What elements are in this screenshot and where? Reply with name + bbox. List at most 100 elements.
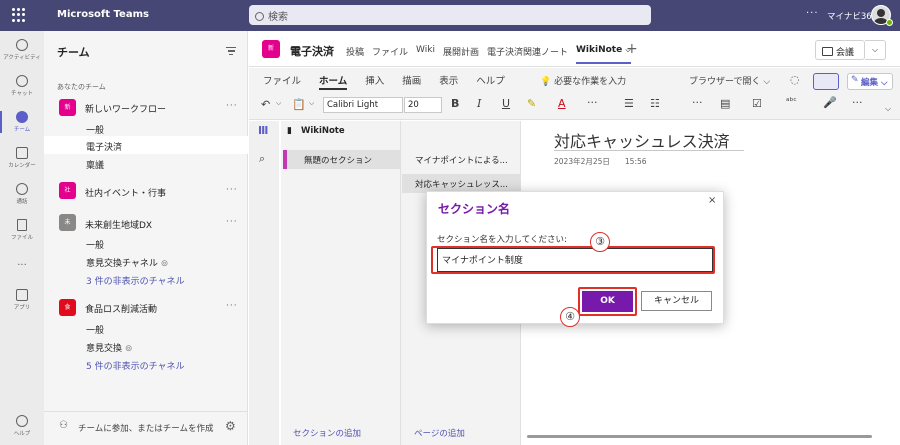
ribbon-more-icon[interactable]: ··· [852,96,863,109]
highlight-icon[interactable]: ✎ [527,97,536,110]
bullet-list-icon[interactable]: ☰ [624,97,634,110]
add-section-link[interactable]: セクションの追加 [293,427,361,439]
channel-item[interactable]: 意見交換 ⊚ [86,341,132,354]
tab-notes[interactable]: 電子決済関連ノート [487,45,568,64]
team-name[interactable]: 未来創生地域DX [85,218,152,231]
team-more-icon[interactable]: ··· [226,217,238,227]
channel-item[interactable]: 意見交換チャネル ⊚ [86,256,168,269]
page-title[interactable]: 対応キャッシュレス決済 [554,128,730,152]
team-name[interactable]: 新しいワークフロー [85,102,166,115]
app-rail: アクティビティ チャット チーム カレンダー 通話 ファイル ... アプリ ヘ… [0,31,44,445]
channel-item[interactable]: 一般 [86,238,104,251]
notebooks-icon[interactable]: Ⅲ [258,124,268,137]
team-name[interactable]: 食品ロス削減活動 [85,302,157,315]
app-launcher-icon[interactable] [12,8,26,22]
numbered-list-icon[interactable]: ☷ [650,97,660,110]
bold-icon[interactable]: B [451,97,459,110]
dictate-icon[interactable]: 🎤 [823,96,837,109]
teams-panel-title: チーム [57,46,90,59]
team-name[interactable]: 社内イベント・行事 [85,186,166,199]
open-in-browser[interactable]: ブラウザーで開く ⌵ [689,74,770,87]
team-more-icon[interactable]: ··· [226,185,238,195]
close-icon[interactable]: × [708,195,716,206]
rail-item-files[interactable]: ファイル [0,219,44,241]
tab-rollout[interactable]: 展開計画 [443,45,479,64]
search-box[interactable]: 検索 [249,5,651,25]
horizontal-scrollbar[interactable] [527,435,872,438]
font-family-select[interactable]: Calibri Light [323,97,403,113]
tab-wikinote[interactable]: WikiNote ⌵ [575,45,631,64]
rail-item-chat[interactable]: チャット [0,75,44,97]
underline-icon[interactable]: U [502,97,510,110]
rail-item-activity[interactable]: アクティビティ [0,39,44,61]
tab-wiki[interactable]: Wiki [416,45,435,64]
menu-view[interactable]: 表示 [439,73,458,90]
more-format-icon[interactable]: ··· [587,96,598,109]
help-icon [16,415,28,427]
channel-item[interactable]: 一般 [86,323,104,336]
rail-item-calendar[interactable]: カレンダー [0,147,44,169]
add-tab-icon[interactable]: + [626,41,638,57]
collapse-ribbon-icon[interactable]: ⌵ [885,104,891,114]
channel-title: 電子決済 [290,45,334,58]
comment-icon[interactable] [813,73,839,90]
dialog-title: セクション名 [438,202,511,216]
menu-home[interactable]: ホーム [319,73,348,90]
undo-icon[interactable]: ↶ [261,98,270,111]
notebook-title[interactable]: WikiNote [301,126,345,136]
chevron-down-icon[interactable]: ⌵ [276,99,281,108]
apps-icon [16,289,28,301]
add-page-link[interactable]: ページの追加 [414,427,465,439]
team-more-icon[interactable]: ··· [226,301,238,311]
search-icon[interactable]: ⌕ [259,152,265,166]
hidden-channels-link[interactable]: 3 件の非表示のチャネル [86,274,185,287]
clipboard-icon[interactable]: 📋 [292,98,306,111]
meet-button[interactable]: 会議 [815,40,865,60]
tab-posts[interactable]: 投稿 [346,45,364,64]
page-date: 2023年2月25日 15:56 [554,157,647,166]
style-icon[interactable]: ▤ [720,97,730,110]
channel-item[interactable]: 一般 [86,123,104,136]
dialog-label: セクション名を入力してください: [437,235,567,245]
font-color-icon[interactable]: A [558,97,566,110]
channel-item-selected[interactable]: 電子決済 [86,140,122,153]
rail-item-calls[interactable]: 通話 [0,183,44,205]
rail-item-help[interactable]: ヘルプ [0,415,44,437]
more-paragraph-icon[interactable]: ··· [692,96,703,109]
font-size-select[interactable]: 20 [404,97,442,113]
chat-icon [16,75,28,87]
lightbulb-icon[interactable]: ◌ [790,73,800,86]
menu-draw[interactable]: 描画 [402,73,421,90]
italic-icon[interactable]: I [477,97,481,110]
hidden-channels-link[interactable]: 5 件の非表示のチャネル [86,359,185,372]
join-create-label[interactable]: チームに参加、またはチームを作成 [78,422,214,434]
chevron-down-icon[interactable]: ⌵ [309,99,314,108]
tab-files[interactable]: ファイル [372,45,408,64]
menu-insert[interactable]: 挿入 [365,73,384,90]
tag-icon[interactable]: ☑ [752,97,762,110]
menu-file[interactable]: ファイル [263,73,301,90]
rail-item-teams[interactable]: チーム [0,111,44,133]
channel-item[interactable]: 稟議 [86,158,104,171]
chevron-down-icon[interactable]: ⌵ [865,40,886,60]
people-add-icon: ⚇ [59,420,68,431]
rail-item-apps[interactable]: アプリ [0,289,44,311]
spelling-icon[interactable]: ᵃᵇᶜ [786,97,797,107]
filter-icon[interactable] [226,45,236,55]
cancel-button[interactable]: キャンセル [641,291,712,311]
more-options-icon[interactable]: ··· [806,8,819,19]
team-more-icon[interactable]: ··· [226,101,238,111]
search-icon [255,12,264,21]
teams-icon [16,111,28,123]
phone-icon [16,183,28,195]
edit-button[interactable]: 編集 ⌵ [847,73,893,90]
tell-me[interactable]: 💡 必要な作業を入力 [540,74,626,87]
settings-icon[interactable]: ⚙ [225,419,236,433]
highlight-box [431,246,715,274]
section-item[interactable]: 無題のセクション [283,150,401,169]
page-item[interactable]: マイナポイントによる... [402,150,520,169]
rail-item-more[interactable]: ... [0,257,44,268]
menu-help[interactable]: ヘルプ [476,73,505,90]
section-label: あなたのチーム [57,83,106,91]
teams-panel [44,31,248,445]
